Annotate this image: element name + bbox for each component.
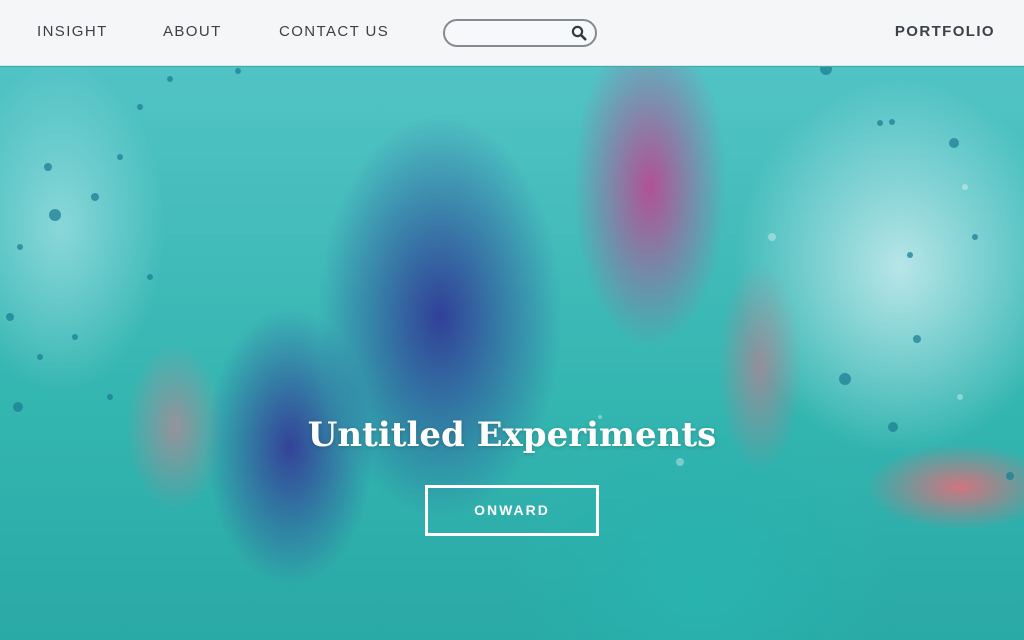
nav-link-about[interactable]: ABOUT (163, 23, 222, 40)
brand-portfolio-link[interactable]: PORTFOLIO (895, 23, 995, 40)
nav-link-contact-us[interactable]: CONTACT US (279, 23, 389, 40)
search-input[interactable] (457, 24, 569, 42)
search-box (443, 19, 597, 47)
onward-button[interactable]: ONWARD (425, 485, 599, 536)
hero-bubbles-decoration (6, 67, 1014, 480)
nav-link-insight[interactable]: INSIGHT (37, 23, 108, 40)
search-icon[interactable] (571, 25, 587, 41)
top-navbar: INSIGHT ABOUT CONTACT US PORTFOLIO (0, 0, 1024, 66)
hero-title: Untitled Experiments (307, 415, 717, 455)
hero-section: Untitled Experiments ONWARD (0, 67, 1024, 640)
